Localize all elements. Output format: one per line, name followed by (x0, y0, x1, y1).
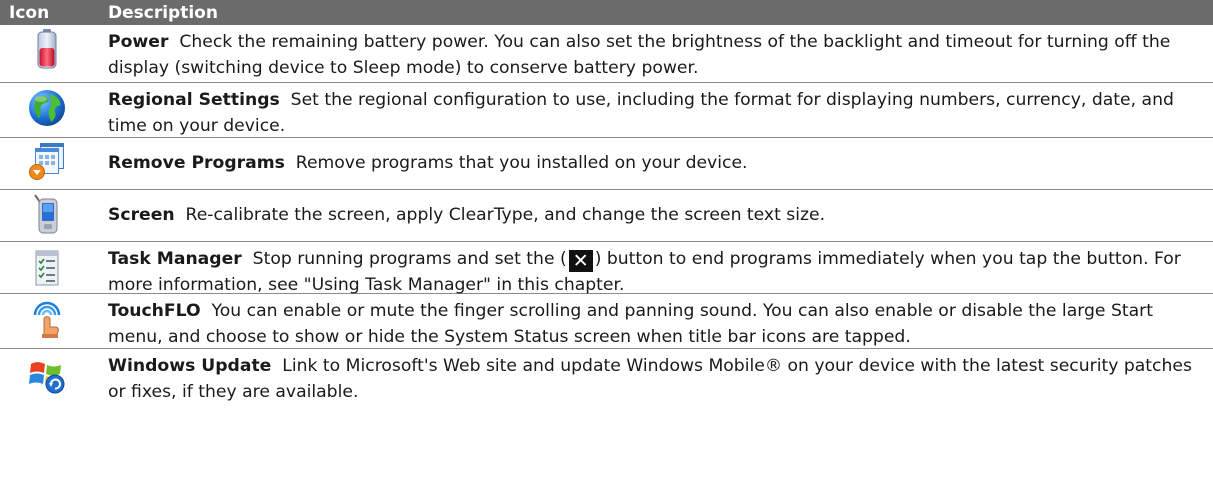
touchflo-icon (29, 297, 65, 348)
icon-cell (0, 190, 108, 241)
column-header-icon: Icon (9, 2, 50, 23)
icon-cell (0, 83, 108, 137)
column-header-description: Description (108, 2, 218, 23)
row-text: You can enable or mute the finger scroll… (108, 301, 1153, 347)
row-title: TouchFLO (108, 301, 201, 321)
row-description: Windows Update Link to Microsoft's Web s… (108, 349, 1213, 409)
row-text: Check the remaining battery power. You c… (108, 32, 1171, 78)
table-row-touchflo: TouchFLO You can enable or mute the fing… (0, 294, 1213, 349)
icon-cell (0, 242, 108, 293)
row-description: Power Check the remaining battery power.… (108, 25, 1213, 82)
row-text: Re-calibrate the screen, apply ClearType… (185, 205, 826, 225)
table-row-power: Power Check the remaining battery power.… (0, 25, 1213, 83)
table-header: Icon Description (0, 0, 1213, 25)
row-description: TouchFLO You can enable or mute the fing… (108, 294, 1213, 348)
table-row-screen: Screen Re-calibrate the screen, apply Cl… (0, 190, 1213, 242)
row-title: Power (108, 32, 169, 52)
icon-cell (0, 349, 108, 409)
row-description: Remove Programs Remove programs that you… (108, 138, 1213, 189)
task-manager-icon (32, 248, 62, 293)
close-x-icon: ✕ (568, 250, 593, 272)
icon-cell (0, 294, 108, 348)
remove-programs-icon (28, 141, 66, 189)
row-description: Task Manager Stop running programs and s… (108, 242, 1213, 295)
table-row-regional-settings: Regional Settings Set the regional confi… (0, 83, 1213, 138)
row-title: Screen (108, 205, 175, 225)
settings-icon-table: Icon Description Power Check the remaini… (0, 0, 1213, 409)
row-title: Task Manager (108, 249, 242, 269)
row-title: Windows Update (108, 356, 272, 376)
row-title: Regional Settings (108, 90, 280, 110)
icon-cell (0, 25, 108, 82)
battery-icon (36, 28, 58, 82)
windows-update-icon (27, 354, 67, 409)
row-title: Remove Programs (108, 153, 285, 173)
table-row-task-manager: Task Manager Stop running programs and s… (0, 242, 1213, 295)
row-description: Regional Settings Set the regional confi… (108, 83, 1213, 137)
row-description: Screen Re-calibrate the screen, apply Cl… (108, 190, 1213, 241)
icon-cell (0, 138, 108, 189)
table-row-remove-programs: Remove Programs Remove programs that you… (0, 138, 1213, 190)
row-text-before: Stop running programs and set the ( (252, 249, 567, 269)
row-text: Remove programs that you installed on yo… (295, 153, 748, 173)
row-text: Link to Microsoft's Web site and update … (108, 356, 1192, 402)
globe-icon (27, 88, 67, 137)
screen-device-icon (33, 193, 61, 241)
table-row-windows-update: Windows Update Link to Microsoft's Web s… (0, 349, 1213, 409)
